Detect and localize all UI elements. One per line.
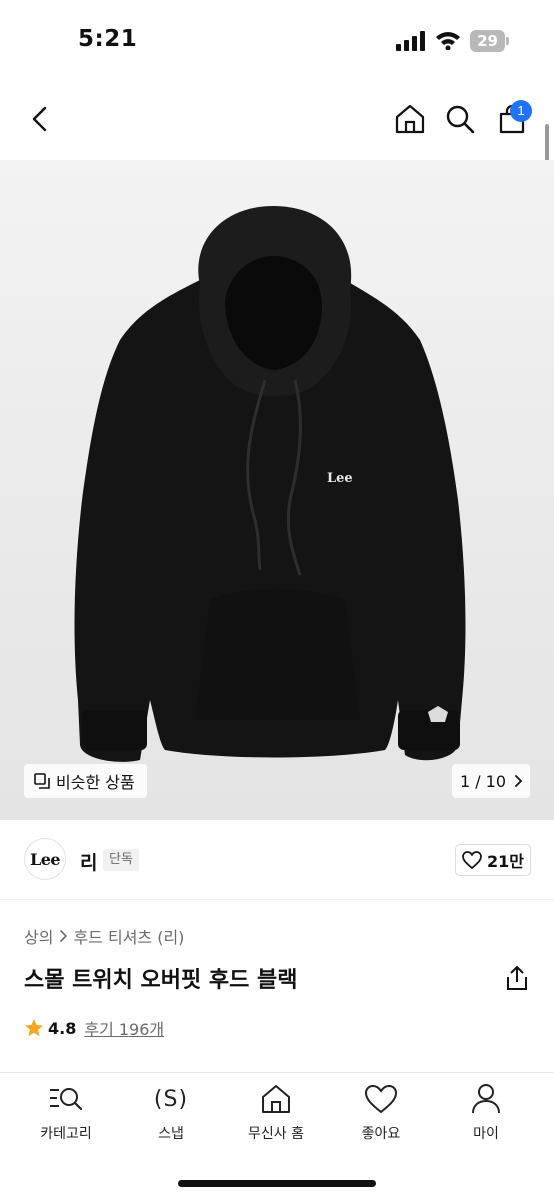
breadcrumb-item[interactable]: 상의: [24, 924, 53, 948]
breadcrumb: 상의 후드 티셔츠 (리): [24, 924, 184, 948]
tab-my[interactable]: 마이: [446, 1081, 526, 1151]
chevron-right-icon: [515, 775, 523, 787]
tab-likes[interactable]: 좋아요: [341, 1081, 421, 1151]
chevron-right-icon: [60, 930, 68, 942]
breadcrumb-item[interactable]: 후드 티셔츠 (리): [73, 924, 184, 948]
star-icon: [25, 1019, 43, 1037]
tab-label: 스냅: [158, 1126, 184, 1142]
brand-logo[interactable]: Lee: [24, 838, 66, 880]
brand-row: Lee 리 단독 21만: [0, 820, 554, 900]
tab-label: 무신사 홈: [248, 1126, 304, 1142]
home-button[interactable]: [390, 99, 430, 139]
battery-level: 29: [470, 30, 505, 52]
tab-category[interactable]: 카테고리: [26, 1081, 106, 1151]
rating-value: 4.8: [48, 1018, 77, 1038]
brand-like-count: 21만: [487, 852, 524, 871]
similar-products-button[interactable]: 비슷한 상품: [24, 764, 147, 798]
image-pager-button[interactable]: 1 / 10: [452, 764, 530, 798]
heart-icon: [364, 1084, 398, 1114]
cellular-signal-icon: [396, 31, 425, 51]
home-indicator: [178, 1180, 376, 1187]
snap-icon: (S): [153, 1086, 189, 1112]
brand-like-button[interactable]: 21만: [455, 844, 531, 876]
tab-label: 마이: [473, 1126, 499, 1142]
tab-label: 카테고리: [40, 1126, 92, 1142]
search-button[interactable]: [440, 99, 480, 139]
battery-indicator: 29: [470, 30, 510, 52]
rating-row: 4.8 후기 196개: [24, 1016, 164, 1040]
review-count-link[interactable]: 후기 196개: [84, 1016, 164, 1040]
copy-squares-icon: [34, 773, 50, 789]
exclusive-badge: 단독: [103, 849, 139, 871]
wifi-icon: [436, 32, 460, 50]
share-icon: [507, 966, 527, 990]
product-image: Lee: [74, 205, 466, 762]
chest-logo-text: Lee: [327, 471, 353, 486]
top-nav: [0, 84, 554, 160]
heart-icon: [462, 851, 482, 869]
chevron-left-icon: [32, 106, 47, 132]
share-button[interactable]: [504, 964, 530, 992]
status-time: 5:21: [78, 26, 138, 52]
tab-label: 좋아요: [361, 1126, 401, 1142]
back-button[interactable]: [20, 99, 60, 139]
product-image-gallery[interactable]: Lee 비슷한 상품 1 / 10: [0, 160, 554, 820]
image-pager-count: 1 / 10: [459, 771, 507, 791]
home-icon: [395, 104, 425, 134]
cart-count-badge: 1: [510, 100, 532, 122]
category-search-icon: [50, 1088, 83, 1111]
status-bar: 5:21 29: [0, 0, 554, 84]
similar-products-label: 비슷한 상품: [56, 773, 135, 792]
tab-musinsa-home[interactable]: 무신사 홈: [236, 1081, 316, 1151]
search-icon: [446, 105, 475, 134]
product-title: 스몰 트위치 오버핏 후드 블랙: [24, 968, 298, 993]
home-icon: [262, 1085, 290, 1113]
battery-cap: [506, 37, 509, 45]
brand-name[interactable]: 리: [80, 848, 97, 875]
tab-snap[interactable]: (S) 스냅: [131, 1081, 211, 1151]
person-icon: [472, 1084, 500, 1114]
